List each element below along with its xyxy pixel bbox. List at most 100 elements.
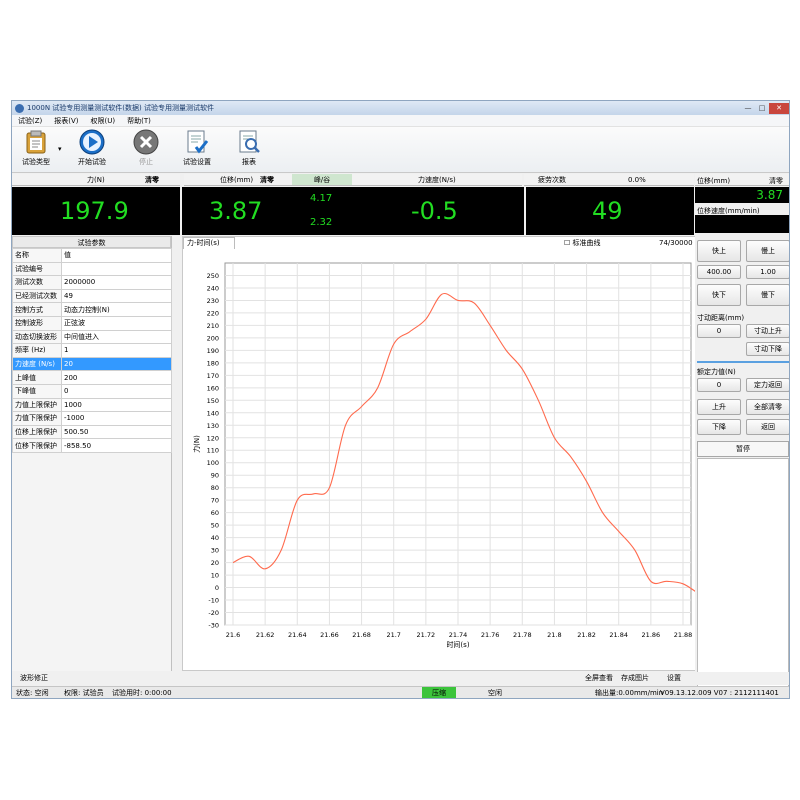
param-row[interactable]: 试验编号 (12, 261, 172, 277)
param-row[interactable]: 上峰值 200 (12, 370, 172, 385)
param-row[interactable]: 频率 (Hz) 1 (12, 343, 172, 358)
peak-header: 峰/谷 (292, 174, 352, 186)
displacement-label: 位移(mm) (220, 176, 254, 184)
chevron-down-icon[interactable]: ▾ (58, 145, 62, 153)
y-tick-label: 40 (211, 534, 219, 542)
test-settings-button[interactable]: 试验设置 (175, 129, 219, 167)
test-type-button[interactable]: 试验类型 (14, 129, 58, 167)
fast-down-button[interactable]: 快下 (697, 284, 741, 306)
y-tick-label: 250 (207, 272, 219, 280)
param-value[interactable]: 0 (61, 383, 172, 399)
slow-speed-field[interactable]: 1.00 (746, 265, 789, 279)
menu-permission[interactable]: 权限(U) (91, 116, 116, 126)
param-row[interactable]: 已经测试次数 49 (12, 288, 172, 304)
maximize-button[interactable]: □ (755, 103, 769, 114)
param-row[interactable]: 力值下限保护 -1000 (12, 411, 172, 426)
rated-force-field[interactable]: 0 (697, 378, 741, 392)
jog-up-button[interactable]: 寸动上升 (746, 324, 789, 338)
param-row[interactable]: 位移下限保护 -858.50 (12, 438, 172, 453)
y-tick-label: 70 (211, 497, 219, 505)
x-tick-label: 21.86 (642, 631, 661, 639)
cycles-header: 疲劳次数 0.0% (524, 174, 694, 186)
force-return-button[interactable]: 定力返回 (746, 378, 789, 392)
y-tick-label: 0 (215, 584, 219, 592)
tab-force-time[interactable]: 力-时间(s) (183, 237, 235, 249)
y-tick-label: 130 (207, 422, 219, 430)
menu-help[interactable]: 帮助(T) (127, 116, 151, 126)
window-controls: — □ ✕ (741, 102, 789, 114)
slow-up-button[interactable]: 慢上 (746, 240, 789, 262)
param-key: 已经测试次数 (12, 288, 62, 304)
permission-text: 权限: 试验员 (64, 689, 104, 697)
up-button[interactable]: 上升 (697, 399, 741, 415)
param-value[interactable]: 正弦波 (61, 315, 172, 331)
displacement-zero-button[interactable]: 清零 (260, 174, 274, 186)
waveform-fix-button[interactable]: 波形修正 (20, 672, 48, 685)
param-row[interactable]: 控制方式 动态力控制(N) (12, 302, 172, 317)
param-row[interactable]: 控制波形 正弦波 (12, 315, 172, 331)
minimize-button[interactable]: — (741, 103, 755, 114)
param-row[interactable]: 测试次数 2000000 (12, 275, 172, 290)
param-key: 力值下限保护 (12, 411, 62, 426)
param-row[interactable]: 力值上限保护 1000 (12, 397, 172, 413)
slow-down-button[interactable]: 慢下 (746, 284, 789, 306)
y-tick-label: 20 (211, 559, 219, 567)
param-value[interactable]: -1000 (61, 411, 172, 426)
menu-report[interactable]: 报表(V) (54, 116, 78, 126)
param-value[interactable]: 值 (61, 248, 172, 263)
stop-button[interactable]: 停止 (124, 129, 168, 167)
param-value[interactable]: 500.50 (61, 424, 172, 440)
settings-button[interactable]: 设置 (667, 672, 681, 685)
fullscreen-button[interactable]: 全屏查看 (585, 672, 613, 685)
status-bar: 状态: 空闲 权限: 试验员 试验用时: 0:00:00 压缩 空闲 输出量:0… (12, 686, 789, 698)
chart-panel: 力-时间(s) ☐ 标准曲线 74/30000 250 240 230 220 210 2… (182, 236, 697, 671)
x-tick-label: 21.68 (352, 631, 371, 639)
param-value[interactable]: 2000000 (61, 275, 172, 290)
param-row[interactable]: 动态切换波形 中间值进入 (12, 329, 172, 345)
param-value[interactable]: 动态力控制(N) (61, 302, 172, 317)
param-row[interactable]: 位移上限保护 500.50 (12, 424, 172, 440)
down-button[interactable]: 下降 (697, 419, 741, 435)
test-settings-label: 试验设置 (183, 158, 211, 166)
y-tick-label: 150 (207, 397, 219, 405)
param-key: 试验编号 (12, 261, 62, 277)
param-value[interactable]: 49 (61, 288, 172, 304)
param-value[interactable]: 1000 (61, 397, 172, 413)
close-button[interactable]: ✕ (769, 102, 789, 114)
fast-speed-field[interactable]: 400.00 (697, 265, 741, 279)
start-test-button[interactable]: 开始试验 (70, 129, 114, 167)
menu-test[interactable]: 试验(Z) (18, 116, 42, 126)
param-value[interactable]: -858.50 (61, 438, 172, 453)
zero-all-button[interactable]: 全部清零 (746, 399, 789, 415)
y-tick-label: 140 (207, 409, 219, 417)
test-type-label: 试验类型 (22, 158, 50, 166)
rated-force-label: 额定力值(N) (697, 368, 736, 376)
jog-down-button[interactable]: 寸动下降 (746, 342, 789, 356)
param-row[interactable]: 下峰值 0 (12, 383, 172, 399)
param-row[interactable]: 名称值 (12, 248, 172, 263)
param-key: 控制方式 (12, 302, 62, 317)
param-value[interactable] (61, 261, 172, 277)
param-value[interactable]: 20 (61, 356, 172, 372)
right-disp-zero-button[interactable]: 清零 (769, 176, 783, 186)
param-value[interactable]: 1 (61, 343, 172, 358)
pause-button[interactable]: 暂停 (697, 441, 789, 457)
force-header: 力(N) 清零 (12, 174, 180, 186)
report-button[interactable]: 报表 (227, 129, 271, 167)
x-tick-label: 21.74 (449, 631, 468, 639)
param-value[interactable]: 中间值进入 (61, 329, 172, 345)
save-image-button[interactable]: 存成图片 (621, 672, 649, 685)
param-value[interactable]: 200 (61, 370, 172, 385)
fast-up-button[interactable]: 快上 (697, 240, 741, 262)
y-tick-label: 180 (207, 359, 219, 367)
jog-value-field[interactable]: 0 (697, 324, 741, 338)
force-readout: 197.9 (12, 187, 180, 235)
back-button[interactable]: 返回 (746, 419, 789, 435)
x-tick-label: 21.6 (226, 631, 240, 639)
toolbar: 试验类型 ▾ 开始试验 停止 试验设置 报表 (12, 127, 789, 173)
param-row[interactable]: 力速度 (N/s) 20 (12, 356, 172, 372)
y-tick-label: 160 (207, 384, 219, 392)
standard-curve-checkbox[interactable]: ☐ 标准曲线 (564, 237, 601, 249)
x-tick-label: 21.62 (256, 631, 275, 639)
force-zero-button[interactable]: 清零 (145, 174, 159, 186)
